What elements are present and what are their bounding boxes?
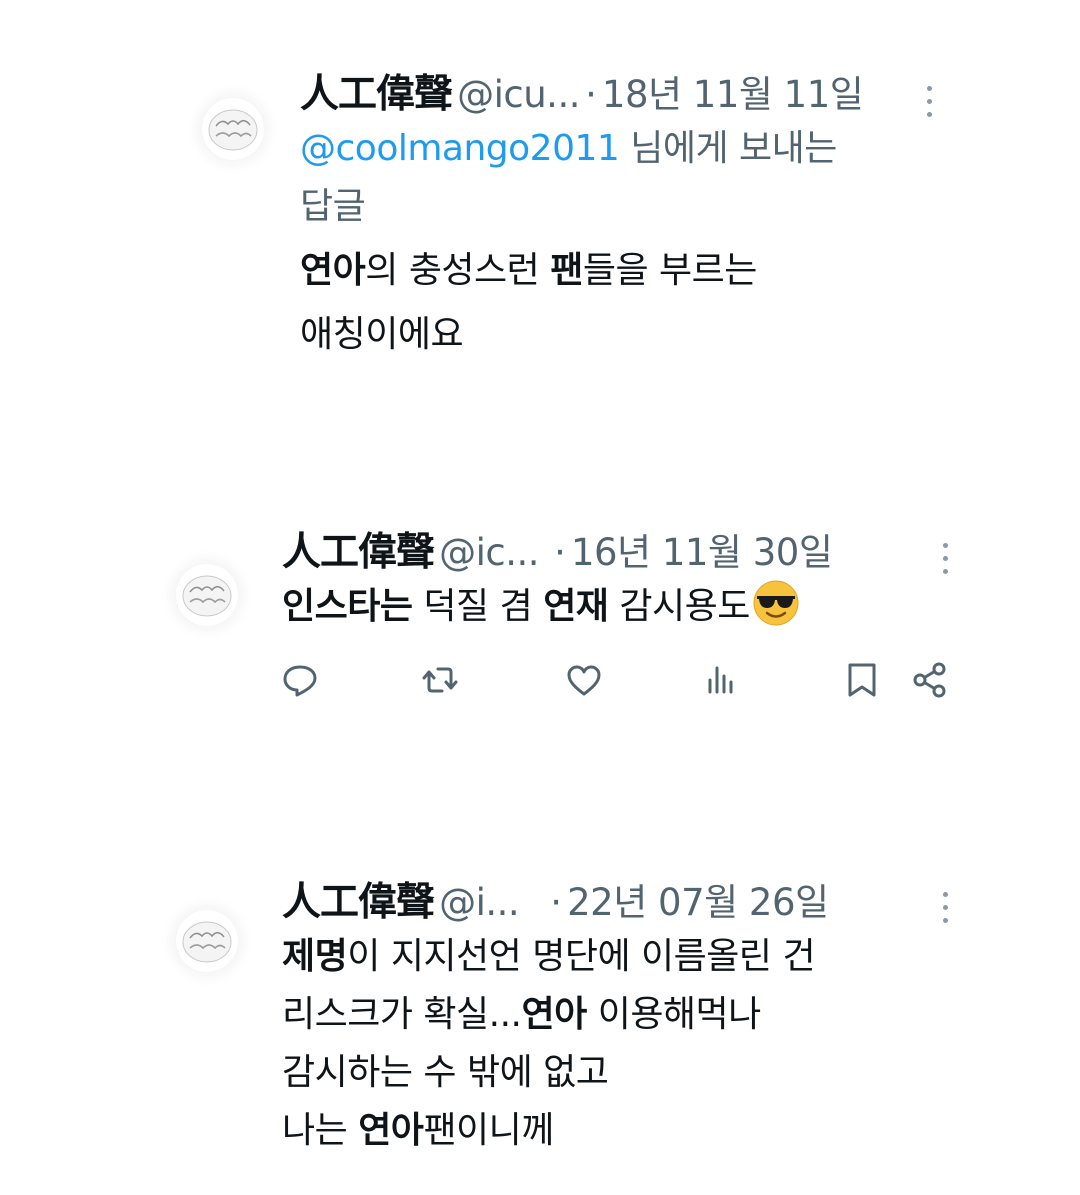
tweet-body: 제명이 지지선언 명단에 이름올린 건 리스크가 확실...연아 이용해먹나 감… (282, 928, 816, 1160)
separator-dot: · (554, 531, 566, 574)
bold-text: 연아 (300, 250, 366, 291)
text: 감시용도 (608, 586, 750, 627)
handle[interactable]: @ic... (439, 531, 539, 574)
retweet-icon[interactable] (420, 660, 460, 700)
avatar[interactable] (202, 98, 264, 160)
bold-text: 연재 (543, 586, 609, 627)
bold-text: 연아 (521, 994, 588, 1035)
views-icon[interactable] (702, 660, 742, 700)
handle[interactable]: @i... (439, 881, 520, 924)
text: 덕질 겸 (412, 586, 544, 627)
separator-dot: · (550, 881, 563, 924)
share-icon[interactable] (910, 660, 950, 700)
tweet-header: 人工偉聲 @icu... · 18년 11월 11일 (300, 72, 864, 119)
tweet-body: 인스타는 덕질 겸 연재 감시용도 (282, 578, 800, 636)
like-icon[interactable] (564, 660, 604, 700)
tweet-text-line: 리스크가 확실...연아 이용해먹나 (282, 986, 815, 1044)
text: 리스크가 확실... (282, 994, 522, 1035)
bold-text: 팬 (550, 250, 583, 291)
text: 들을 부르는 (582, 250, 758, 291)
text: 의 충성스런 (365, 250, 551, 291)
text: 나는 (282, 1110, 359, 1151)
bold-text: 연아 (358, 1110, 424, 1151)
display-name[interactable]: 人工偉聲 (282, 880, 435, 925)
reply-context-text: 님에게 보내는 (619, 128, 837, 169)
tweet-text-line: 연아의 충성스런 팬들을 부르는 (300, 242, 837, 300)
avatar[interactable] (176, 910, 238, 972)
reply-context: @coolmango2011 님에게 보내는 (300, 120, 837, 178)
tweet-text-line: 감시하는 수 밖에 없고 (282, 1052, 609, 1093)
separator-dot: · (585, 73, 597, 116)
tweet-date[interactable]: 16년 11월 30일 (571, 531, 833, 574)
reply-context-text-2: 답글 (300, 186, 366, 227)
avatar-logo-image (208, 109, 258, 151)
mention-link[interactable]: @coolmango2011 (300, 128, 620, 169)
tweet-text-line: 애칭이에요 (300, 314, 464, 355)
more-options-icon[interactable] (926, 86, 934, 122)
avatar-logo-image (182, 921, 232, 963)
tweet-text-line: 제명이 지지선언 명단에 이름올린 건 (282, 928, 816, 986)
tweet-action-bar (0, 660, 1080, 704)
tweet-date[interactable]: 22년 07월 26일 (567, 881, 829, 924)
avatar-logo-image (182, 575, 232, 617)
tweet-header: 人工偉聲 @ic... · 16년 11월 30일 (282, 530, 833, 577)
text: 이 지지선언 명단에 이름올린 건 (347, 936, 816, 977)
sunglasses-emoji-icon (753, 580, 799, 626)
more-options-icon[interactable] (942, 543, 950, 579)
avatar[interactable] (176, 564, 238, 626)
display-name[interactable]: 人工偉聲 (300, 72, 453, 117)
tweet-text-line: 인스타는 덕질 겸 연재 감시용도 (282, 578, 800, 636)
reply-icon[interactable] (280, 660, 320, 700)
tweet-header: 人工偉聲 @i... · 22년 07월 26일 (282, 880, 829, 927)
bold-text: 인스타는 (282, 586, 413, 627)
text: 이용해먹나 (586, 994, 762, 1035)
text: 팬이니께 (423, 1110, 554, 1151)
handle[interactable]: @icu... (457, 73, 580, 116)
bold-text: 제명 (282, 936, 348, 977)
more-options-icon[interactable] (942, 892, 950, 928)
tweet-body: @coolmango2011 님에게 보내는 답글 연아의 충성스런 팬들을 부… (300, 120, 837, 364)
bookmark-icon[interactable] (842, 660, 882, 700)
tweet-date[interactable]: 18년 11월 11일 (602, 73, 864, 116)
display-name[interactable]: 人工偉聲 (282, 530, 435, 575)
tweet-text-line: 나는 연아팬이니께 (282, 1102, 815, 1160)
